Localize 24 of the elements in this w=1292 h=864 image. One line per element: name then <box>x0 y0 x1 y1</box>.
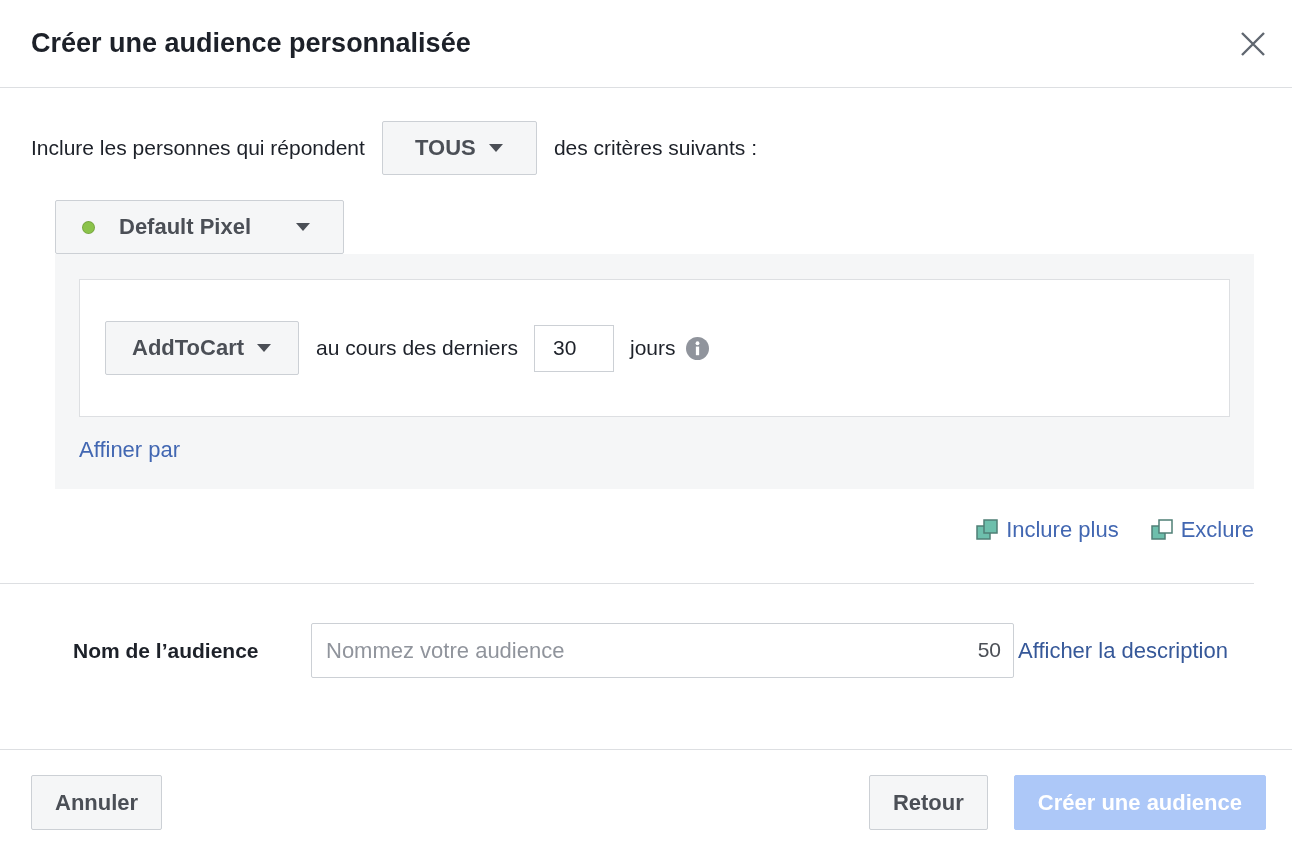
show-description-link[interactable]: Afficher la description <box>1018 637 1228 664</box>
match-dropdown[interactable]: TOUS <box>381 121 537 175</box>
stacked-squares-icon <box>976 519 999 541</box>
caret-icon <box>295 222 312 232</box>
audience-name-label: Nom de l’audience <box>73 638 260 663</box>
close-icon[interactable] <box>1240 30 1266 57</box>
overlapping-squares-icon <box>1150 519 1173 541</box>
info-icon[interactable] <box>685 336 709 360</box>
days-unit-text: jours <box>630 336 676 360</box>
cancel-button[interactable]: Annuler <box>31 775 163 830</box>
event-dropdown[interactable]: AddToCart <box>105 321 300 375</box>
exclude-link[interactable]: Exclure <box>1150 517 1254 543</box>
period-text: au cours des derniers <box>316 336 518 360</box>
refine-link[interactable]: Affiner par <box>79 437 181 463</box>
pixel-dropdown[interactable]: Default Pixel <box>55 200 344 254</box>
caret-icon <box>256 343 273 353</box>
criteria-suffix-text: des critères suivants : <box>553 136 757 160</box>
character-counter: 50 <box>977 638 1001 662</box>
criteria-prefix-text: Inclure les personnes qui répondent <box>31 136 365 160</box>
back-button[interactable]: Retour <box>868 775 988 830</box>
include-link[interactable]: Inclure plus <box>976 517 1119 543</box>
caret-icon <box>487 143 504 153</box>
days-input[interactable]: 30 <box>534 324 614 372</box>
dialog-title: Créer une audience personnalisée <box>31 28 471 59</box>
